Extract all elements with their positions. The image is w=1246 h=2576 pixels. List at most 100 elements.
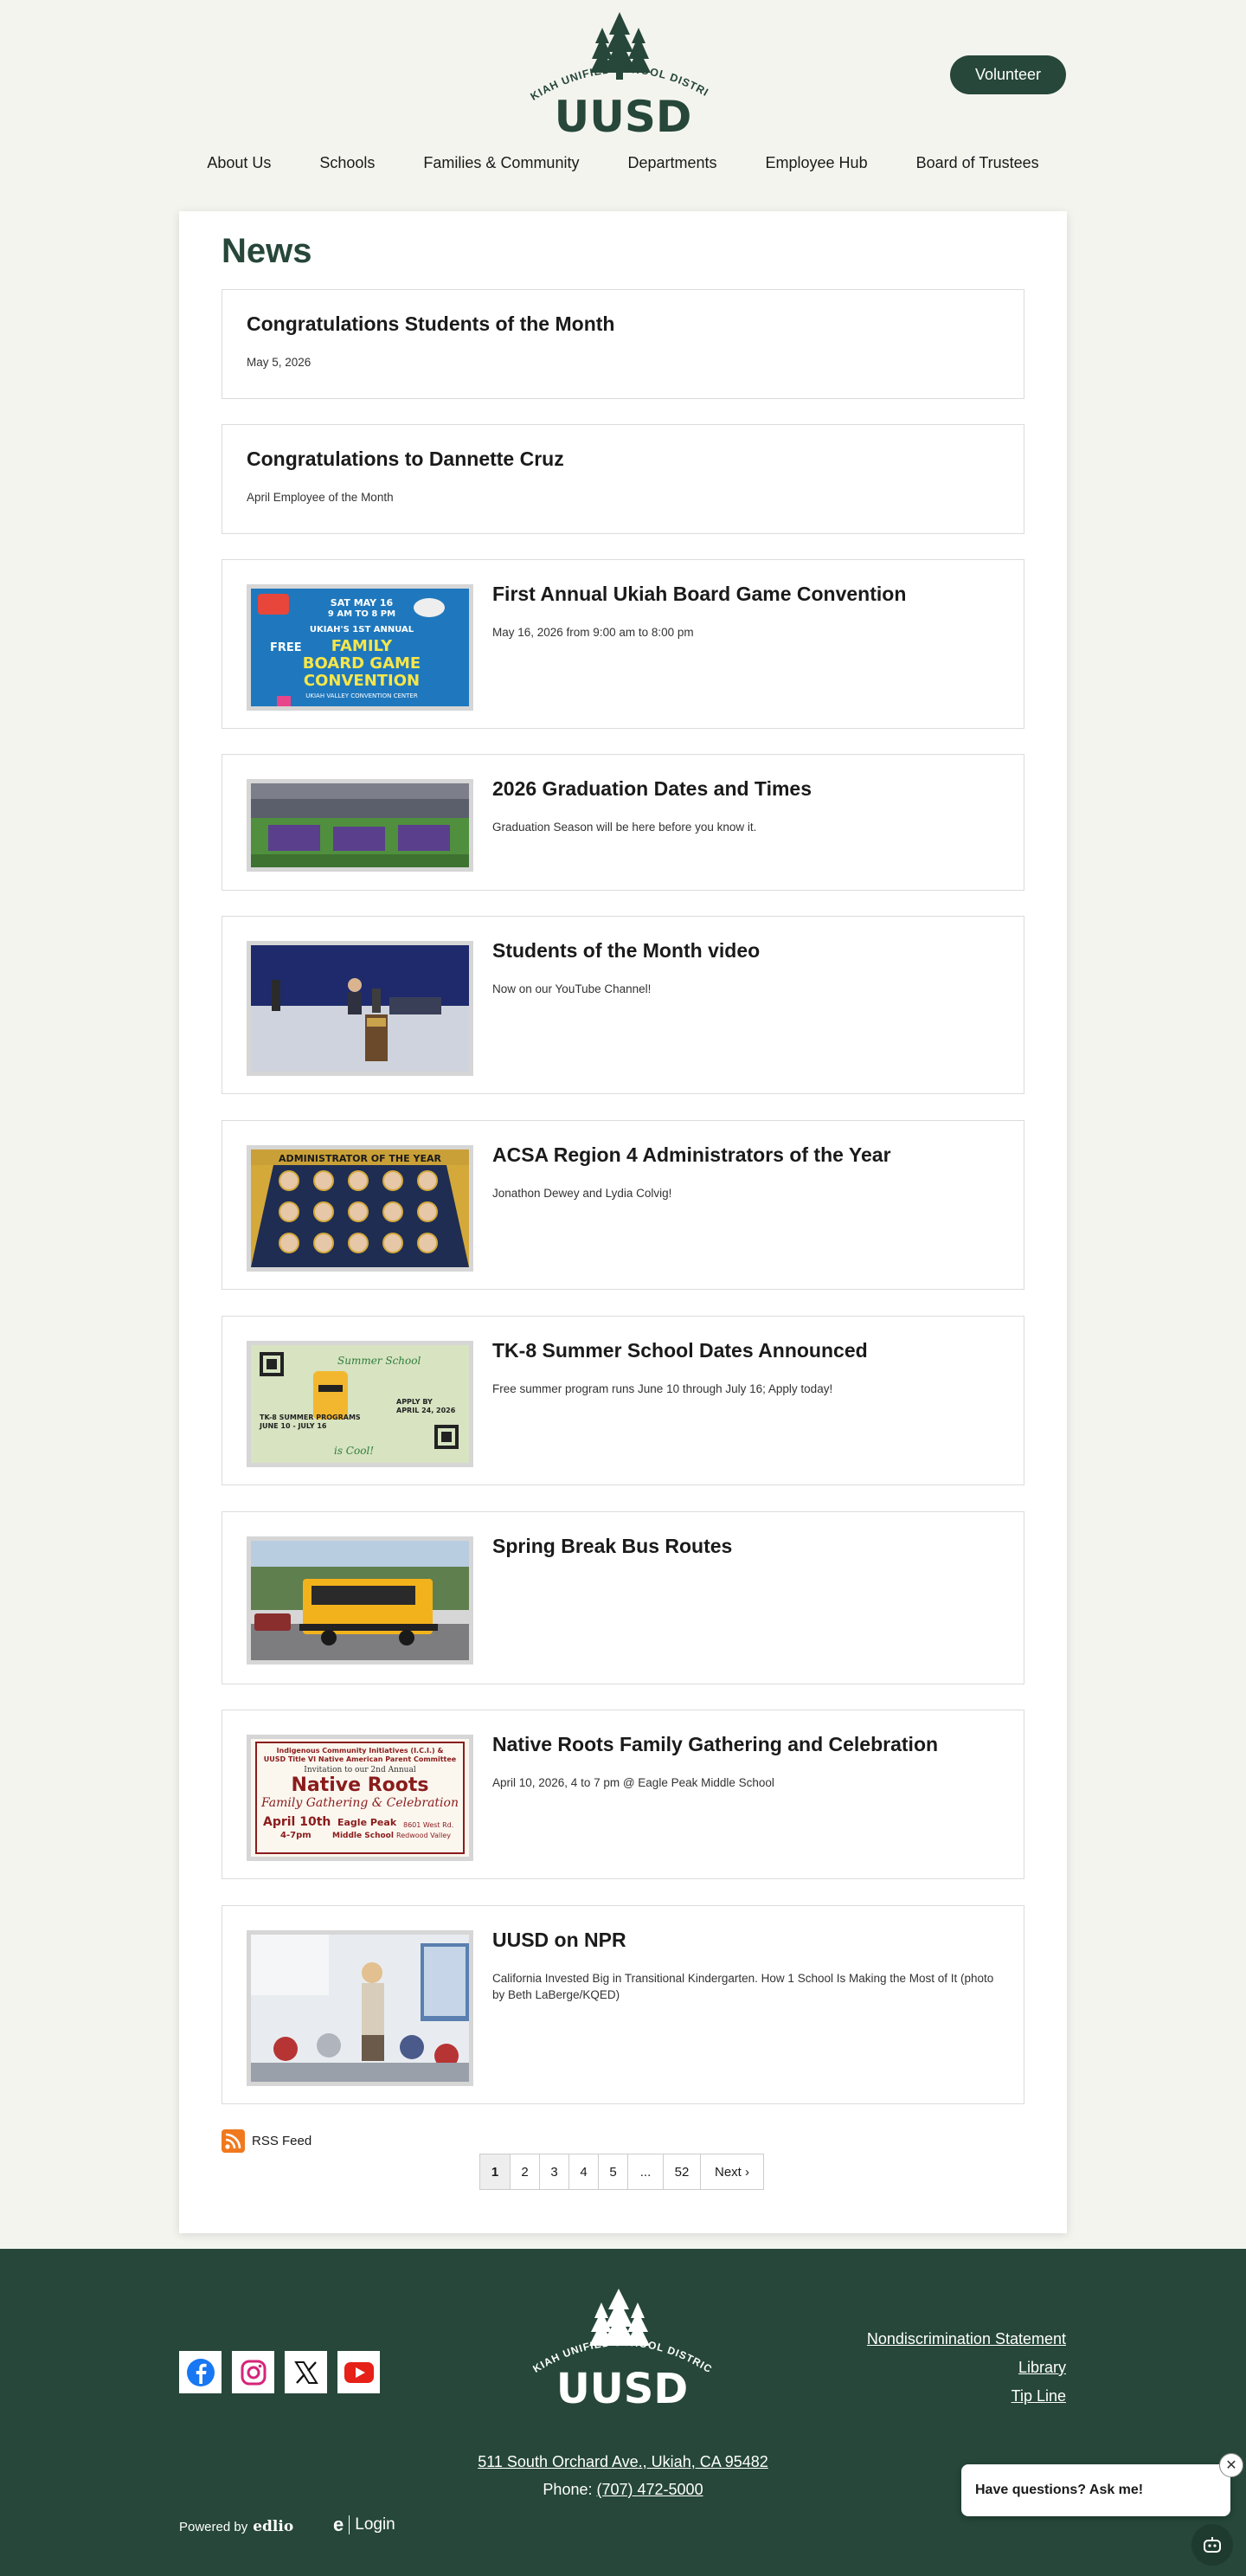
facebook-icon[interactable] [179,2351,222,2393]
flyer-text: is Cool! [334,1445,374,1457]
footer-links: Nondiscrimination Statement Library Tip … [867,2330,1066,2416]
page-3[interactable]: 3 [539,2154,569,2190]
page-2[interactable]: 2 [510,2154,540,2190]
powered-by[interactable]: Powered by edlio [179,2518,293,2535]
flyer-text: Indigenous Community Initiatives (I.C.I.… [277,1747,444,1755]
nav-about-us[interactable]: About Us [183,154,295,172]
news-summary: Now on our YouTube Channel! [492,982,652,995]
nav-schools[interactable]: Schools [295,154,399,172]
page-52[interactable]: 52 [663,2154,701,2190]
news-card[interactable]: Students of the Month video Now on our Y… [222,916,1024,1094]
site-footer: UKIAH UNIFIED SCHOOL DISTRICT UUSD Nondi… [0,2249,1246,2576]
news-card[interactable]: 2026 Graduation Dates and Times Graduati… [222,754,1024,891]
chat-close-icon[interactable]: ✕ [1219,2453,1243,2477]
news-thumbnail[interactable]: Summer School TK-8 SUMMER PROGRAMS JUNE … [247,1341,473,1467]
x-icon[interactable] [285,2351,327,2393]
news-summary: Graduation Season will be here before yo… [492,821,757,834]
flyer-text: UUSD Title VI Native American Parent Com… [264,1755,457,1763]
graduation-photo-image [251,783,469,867]
rss-label[interactable]: RSS Feed [252,2134,312,2148]
flyer-text: 9 AM TO 8 PM [328,609,395,619]
summer-school-flyer-image: Summer School TK-8 SUMMER PROGRAMS JUNE … [251,1345,469,1463]
news-thumbnail[interactable]: Indigenous Community Initiatives (I.C.I.… [247,1735,473,1861]
footer-logo[interactable]: UKIAH UNIFIED SCHOOL DISTRICT UUSD [517,2279,723,2413]
flyer-text: APRIL 24, 2026 [396,1407,456,1414]
podium-photo-image [251,945,469,1072]
news-title[interactable]: TK-8 Summer School Dates Announced [492,1339,868,1362]
news-thumbnail[interactable]: SAT MAY 16 9 AM TO 8 PM UKIAH'S 1ST ANNU… [247,584,473,711]
phone-link[interactable]: (707) 472-5000 [596,2481,703,2498]
flyer-text: Eagle Peak [337,1817,397,1828]
chat-prompt-text[interactable]: Have questions? Ask me! [975,2483,1143,2498]
flyer-text: APPLY BY [396,1398,433,1406]
page-1[interactable]: 1 [479,2154,511,2190]
library-link[interactable]: Library [867,2359,1066,2377]
page-5[interactable]: 5 [598,2154,628,2190]
chat-prompt[interactable]: Have questions? Ask me! [961,2464,1230,2516]
page-4[interactable]: 4 [568,2154,599,2190]
news-card[interactable]: Summer School TK-8 SUMMER PROGRAMS JUNE … [222,1316,1024,1485]
news-thumbnail[interactable]: ADMINISTRATOR OF THE YEAR [247,1145,473,1272]
news-thumbnail[interactable] [247,941,473,1076]
nav-employee-hub[interactable]: Employee Hub [742,154,892,172]
news-summary: April 10, 2026, 4 to 7 pm @ Eagle Peak M… [492,1776,774,1789]
news-title[interactable]: Congratulations Students of the Month [247,312,614,336]
phone-label: Phone: [543,2481,597,2498]
instagram-icon[interactable] [232,2351,274,2393]
news-title[interactable]: 2026 Graduation Dates and Times [492,777,812,801]
classroom-photo-image [251,1935,469,2082]
logo-abbr: UUSD [555,92,692,138]
news-title[interactable]: First Annual Ukiah Board Game Convention [492,583,906,606]
page-title: News [222,232,312,270]
main-nav: About Us Schools Families & Community De… [0,154,1246,172]
news-summary: California Invested Big in Transitional … [492,1972,994,2001]
news-title[interactable]: Congratulations to Dannette Cruz [247,448,564,471]
next-page-button[interactable]: Next › [700,2154,764,2190]
flyer-text: Invitation to our 2nd Annual [304,1766,416,1774]
login-link[interactable]: e Login [333,2514,395,2536]
administrators-graphic-image: ADMINISTRATOR OF THE YEAR [251,1150,469,1267]
nondiscrimination-link[interactable]: Nondiscrimination Statement [867,2330,1066,2348]
news-thumbnail[interactable] [247,1536,473,1665]
flyer-text: FREE [270,641,302,654]
school-bus-photo-image [251,1541,469,1660]
news-card[interactable]: UUSD on NPR California Invested Big in T… [222,1905,1024,2104]
volunteer-button[interactable]: Volunteer [950,55,1066,94]
flyer-text: TK-8 SUMMER PROGRAMS [260,1414,361,1421]
news-card[interactable]: SAT MAY 16 9 AM TO 8 PM UKIAH'S 1ST ANNU… [222,559,1024,729]
news-card[interactable]: ADMINISTRATOR OF THE YEAR ACSA Region 4 … [222,1120,1024,1290]
flyer-text: Family Gathering & Celebration [260,1796,459,1810]
edlio-brand: edlio [253,2518,294,2535]
flyer-text: UKIAH'S 1ST ANNUAL [310,625,414,634]
board-game-flyer-image: SAT MAY 16 9 AM TO 8 PM UKIAH'S 1ST ANNU… [251,589,469,706]
news-date: May 5, 2026 [247,356,312,369]
tip-line-link[interactable]: Tip Line [867,2387,1066,2405]
chatbot-icon[interactable] [1191,2524,1233,2566]
news-thumbnail[interactable] [247,779,473,872]
nav-departments[interactable]: Departments [603,154,741,172]
news-title[interactable]: ACSA Region 4 Administrators of the Year [492,1143,891,1167]
news-title[interactable]: Native Roots Family Gathering and Celebr… [492,1733,938,1756]
page-ellipsis: ... [627,2154,664,2190]
rss-feed-link[interactable]: RSS Feed [222,2129,312,2153]
nav-board-of-trustees[interactable]: Board of Trustees [892,154,1063,172]
site-header: UKIAH UNIFIED SCHOOL DISTRICT UUSD Volun… [0,0,1246,208]
news-thumbnail[interactable] [247,1930,473,2086]
news-card[interactable]: Indigenous Community Initiatives (I.C.I.… [222,1710,1024,1879]
flyer-text: FAMILY [331,637,393,655]
news-card[interactable]: Congratulations Students of the Month Ma… [222,289,1024,399]
nav-families-community[interactable]: Families & Community [399,154,603,172]
district-logo[interactable]: UKIAH UNIFIED SCHOOL DISTRICT UUSD [515,3,727,142]
news-summary: Free summer program runs June 10 through… [492,1382,833,1395]
news-card[interactable]: Congratulations to Dannette Cruz April E… [222,424,1024,534]
flyer-text: ADMINISTRATOR OF THE YEAR [279,1153,441,1164]
login-label[interactable]: Login [355,2515,395,2534]
flyer-text: CONVENTION [304,672,420,690]
news-title[interactable]: Students of the Month video [492,939,760,963]
address-link[interactable]: 511 South Orchard Ave., Ukiah, CA 95482 [478,2453,768,2470]
news-card[interactable]: Spring Break Bus Routes [222,1511,1024,1684]
news-summary: April Employee of the Month [247,491,394,504]
news-title[interactable]: Spring Break Bus Routes [492,1535,732,1558]
youtube-icon[interactable] [337,2351,380,2393]
news-title[interactable]: UUSD on NPR [492,1929,626,1952]
